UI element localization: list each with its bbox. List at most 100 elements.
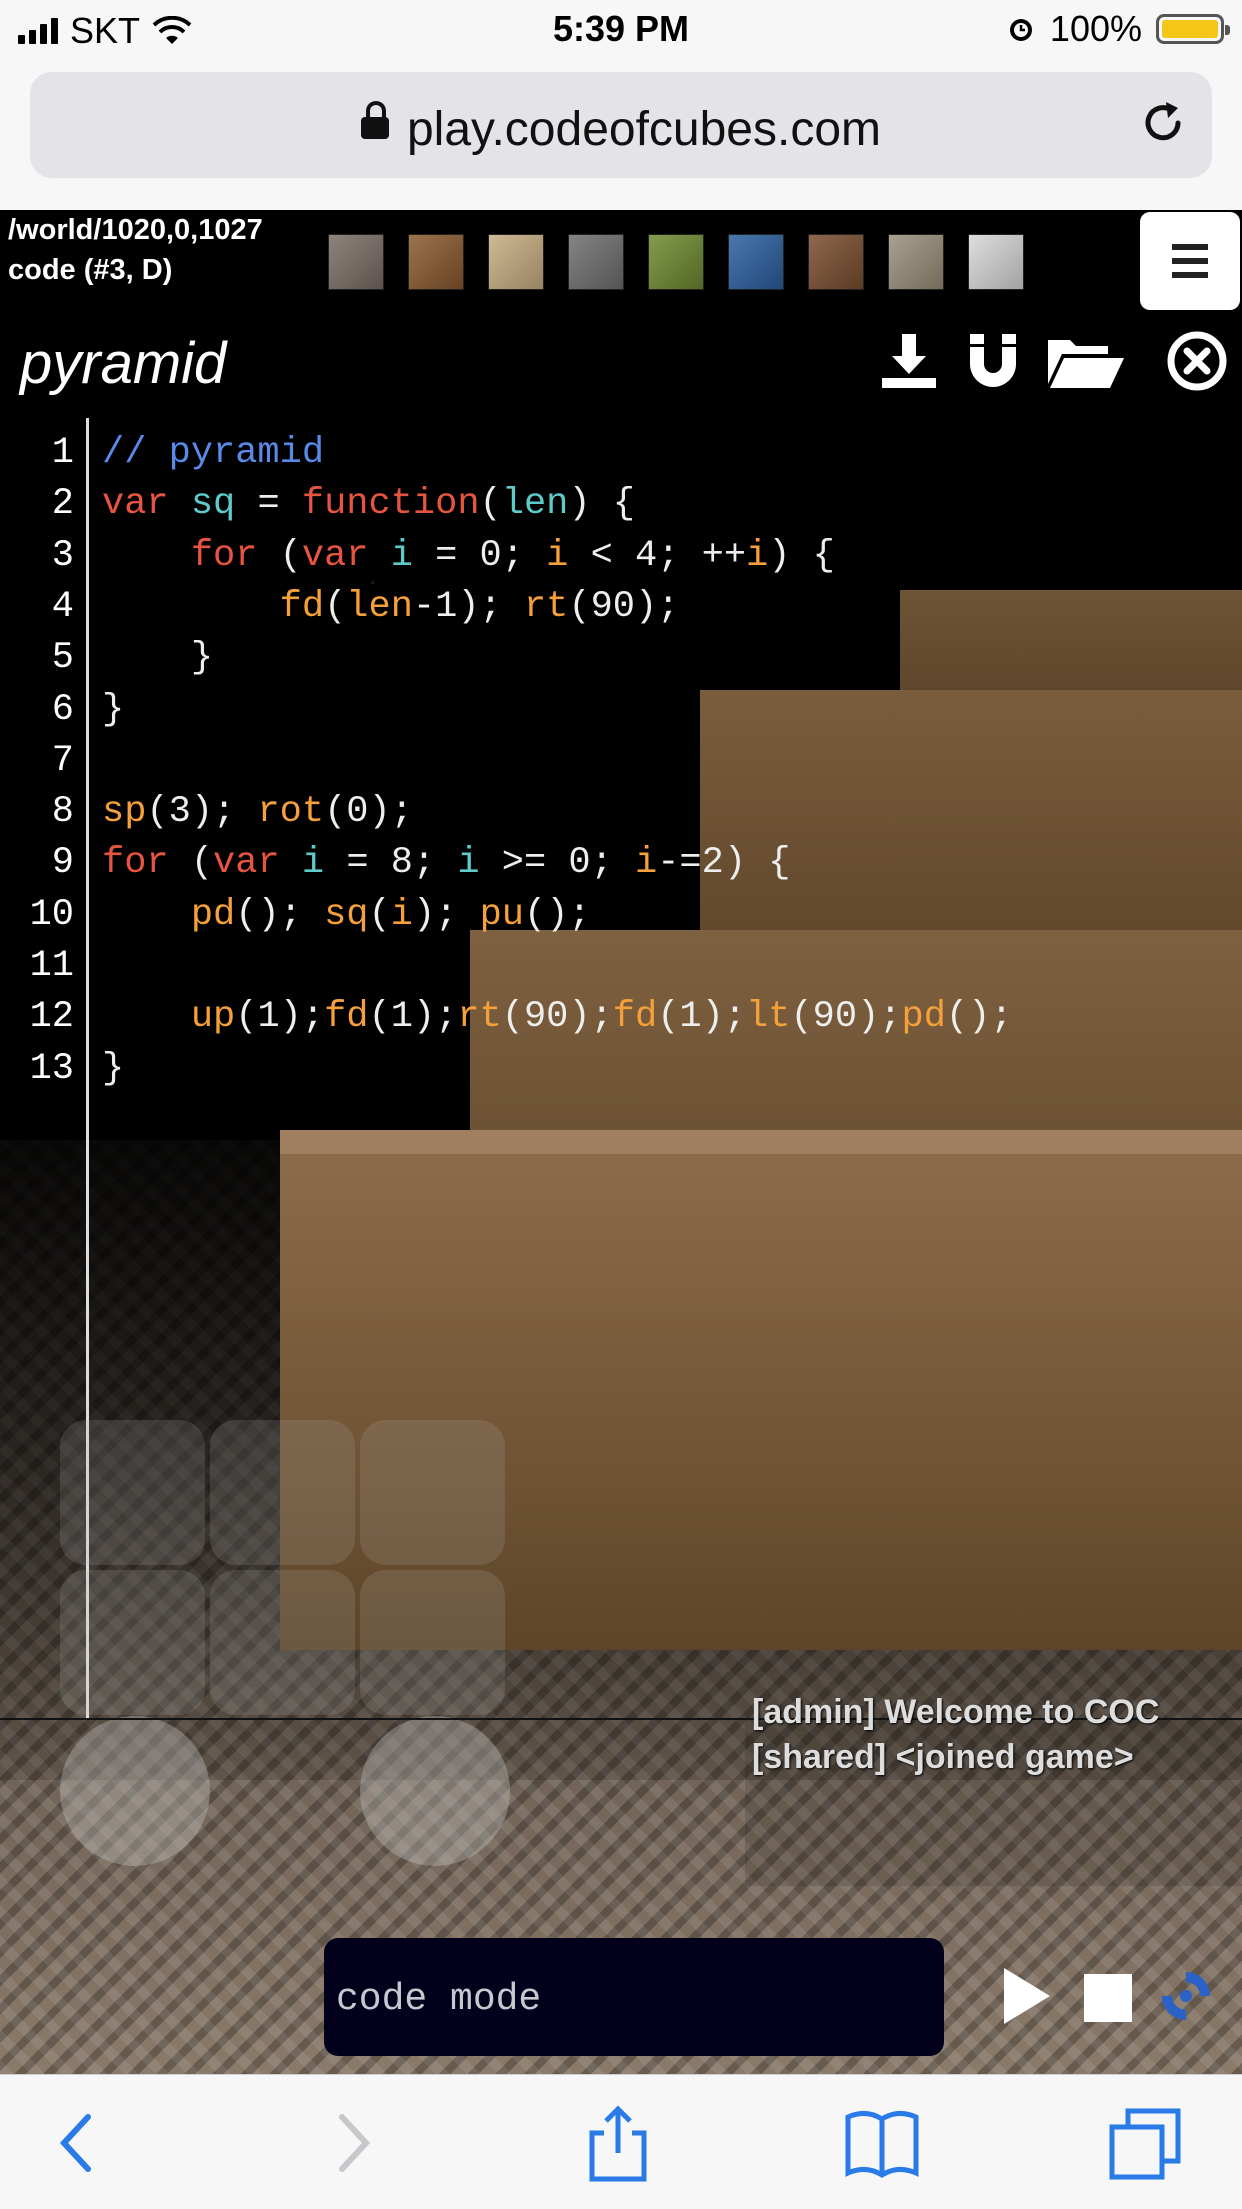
code-line[interactable]: 10 pd(); sq(i); pu(); <box>0 894 591 945</box>
play-icon[interactable] <box>1004 1968 1050 2024</box>
block-swatch[interactable] <box>728 234 784 290</box>
code-token: // pyramid <box>102 432 325 474</box>
battery-percent: 100% <box>1049 8 1142 49</box>
code-token: = 0; <box>412 534 547 577</box>
code-token: i <box>390 534 413 577</box>
code-line[interactable]: 7 <box>0 740 102 791</box>
block-swatch[interactable] <box>488 234 544 290</box>
dpad-button[interactable] <box>210 1570 355 1715</box>
code-token: i <box>746 534 769 577</box>
code-token: i <box>546 534 569 577</box>
code-token: sp <box>102 791 147 834</box>
code-token: ( <box>368 893 391 936</box>
line-number: 13 <box>29 1047 74 1090</box>
line-number: 9 <box>51 842 74 885</box>
code-token: -=2) { <box>657 842 791 885</box>
code-token: ) { <box>768 534 835 577</box>
code-token: ( <box>479 483 502 526</box>
chat-message: [shared] <joined game> <box>752 1738 1134 1776</box>
line-number: 6 <box>51 688 74 731</box>
line-number: 2 <box>51 483 74 526</box>
battery-icon <box>1156 14 1230 44</box>
dpad-button[interactable] <box>360 1570 505 1715</box>
alarm-icon <box>1009 19 1032 41</box>
block-swatch[interactable] <box>888 234 944 290</box>
code-token: (1); <box>657 996 747 1039</box>
block-swatch[interactable] <box>968 234 1024 290</box>
code-token: fd <box>279 585 325 628</box>
block-swatch[interactable] <box>328 234 384 290</box>
code-token: rt <box>457 996 502 1039</box>
chat-message: [admin] Welcome to COC <box>752 1693 1160 1731</box>
code-line[interactable]: 4 fd(len-1); rt(90); <box>0 585 680 637</box>
code-mode-input[interactable] <box>334 1968 928 2030</box>
tabs-icon[interactable] <box>1106 2103 1186 2183</box>
move-joystick[interactable] <box>60 1716 210 1866</box>
look-joystick[interactable] <box>360 1716 510 1866</box>
code-token: var <box>301 534 369 577</box>
line-number: 7 <box>51 739 74 782</box>
address-bar[interactable]: play.codeofcubes.com <box>30 72 1212 178</box>
stop-icon[interactable] <box>1084 1974 1132 2022</box>
line-number: 10 <box>29 893 74 936</box>
code-token: ( <box>168 842 214 885</box>
code-token: = <box>235 483 302 526</box>
line-number: 5 <box>51 637 74 680</box>
command-bar <box>324 1938 944 2056</box>
bookmarks-icon[interactable] <box>842 2103 922 2183</box>
code-line[interactable]: 13} <box>0 1047 125 1099</box>
code-line[interactable]: 8 sp(3); rot(0); <box>0 791 413 842</box>
spinner-icon <box>1162 1972 1210 2020</box>
code-token: (); <box>945 996 1013 1039</box>
code-line[interactable]: 11 <box>0 945 102 996</box>
reload-icon[interactable] <box>1138 98 1188 148</box>
code-token: fd <box>324 996 369 1039</box>
folder-open-icon[interactable] <box>1046 330 1126 392</box>
code-line[interactable]: 5 } <box>0 637 213 688</box>
code-token: (); <box>523 893 591 936</box>
code-token: pd <box>901 996 946 1039</box>
dpad-button[interactable] <box>60 1420 205 1565</box>
dpad-button[interactable] <box>60 1570 205 1715</box>
code-title: pyramid <box>20 331 227 396</box>
code-token: i <box>635 842 658 885</box>
forward-icon[interactable] <box>312 2103 392 2183</box>
back-icon[interactable] <box>38 2103 118 2183</box>
game-viewport[interactable]: /world/1020,0,1027 code (#3, D) pyramid <box>0 210 1242 2074</box>
code-line[interactable]: 12 up(1);fd(1);rt(90);fd(1);lt(90);pd(); <box>0 996 1013 1047</box>
code-token: function <box>301 483 480 526</box>
magnet-icon[interactable] <box>962 330 1024 392</box>
close-circle-icon[interactable] <box>1166 330 1228 392</box>
url-text: play.codeofcubes.com <box>406 103 882 156</box>
code-line[interactable]: 9 for (var i = 8; i >= 0; i-=2) { <box>0 842 791 893</box>
code-line[interactable]: 1 // pyramid <box>0 432 324 483</box>
code-token: fd <box>612 996 658 1039</box>
hamburger-menu-icon[interactable] <box>1140 212 1240 310</box>
block-swatch[interactable] <box>648 234 704 290</box>
code-token: pd <box>190 893 236 936</box>
block-swatch[interactable] <box>568 234 624 290</box>
share-icon[interactable] <box>578 2103 658 2183</box>
block-swatch[interactable] <box>808 234 864 290</box>
code-token: i <box>301 842 325 885</box>
code-token: rot <box>257 791 325 834</box>
code-line[interactable]: 3 for (var i = 0; i < 4; ++i) { <box>0 535 835 586</box>
code-token: -1); <box>412 585 524 628</box>
code-token: lt <box>746 996 791 1039</box>
code-info: code (#3, D) <box>8 254 173 286</box>
code-token: (90); <box>790 996 902 1039</box>
code-token: var <box>213 842 280 885</box>
code-token: = 8; <box>324 842 458 885</box>
code-line[interactable]: 6} <box>0 689 124 740</box>
dpad-button[interactable] <box>210 1420 355 1565</box>
block-swatch[interactable] <box>408 234 464 290</box>
code-line[interactable]: 2 var sq = function(len) { <box>0 483 635 534</box>
code-token: (1); <box>235 996 325 1039</box>
code-token: sq <box>324 893 369 936</box>
dpad-button[interactable] <box>360 1420 505 1565</box>
download-icon[interactable] <box>878 330 940 392</box>
